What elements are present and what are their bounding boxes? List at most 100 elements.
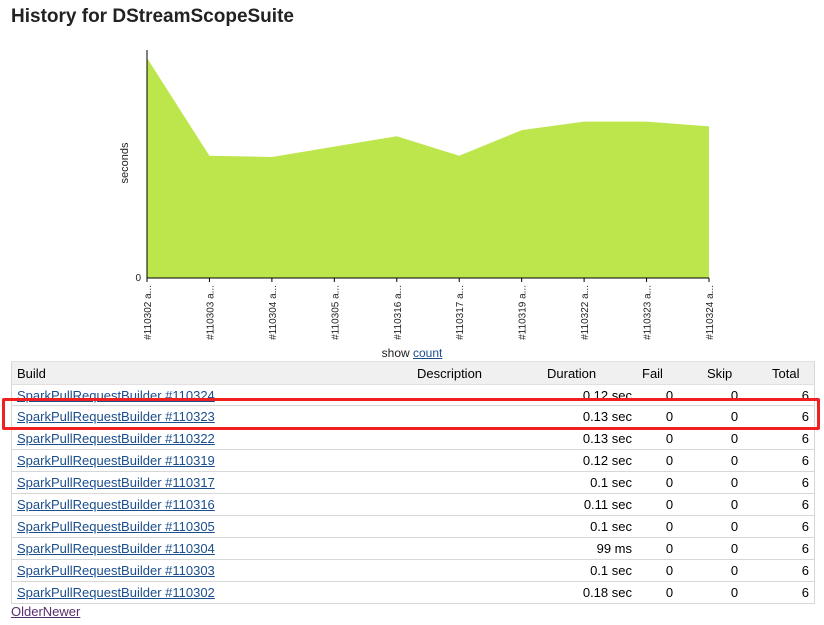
duration-cell: 0.13 sec: [542, 405, 637, 428]
description-cell: [412, 449, 542, 472]
description-cell: [412, 493, 542, 516]
col-header-duration[interactable]: Duration: [542, 361, 637, 385]
fail-cell: 0: [637, 537, 702, 560]
col-header-total[interactable]: Total: [767, 361, 815, 385]
description-cell: [412, 537, 542, 560]
fail-cell: 0: [637, 427, 702, 450]
build-cell: SparkPullRequestBuilder #110303: [11, 559, 412, 582]
total-cell: 6: [767, 384, 815, 406]
table-header-row: Build Description Duration Fail Skip Tot…: [11, 361, 815, 385]
table-row: SparkPullRequestBuilder #110322 0.13 sec 0…: [11, 427, 815, 450]
description-cell: [412, 559, 542, 582]
col-header-description[interactable]: Description: [412, 361, 542, 385]
total-cell: 6: [767, 427, 815, 450]
total-cell: 6: [767, 493, 815, 516]
build-link[interactable]: SparkPullRequestBuilder #110322: [17, 431, 215, 446]
duration-cell: 0.1 sec: [542, 471, 637, 494]
table-row: SparkPullRequestBuilder #110303 0.1 sec 0 0…: [11, 559, 815, 582]
duration-cell: 0.11 sec: [542, 493, 637, 516]
table-row: SparkPullRequestBuilder #110316 0.11 sec 0…: [11, 493, 815, 516]
skip-cell: 0: [702, 515, 767, 538]
duration-area: [147, 58, 709, 278]
newer-link[interactable]: Newer: [43, 604, 81, 619]
show-count-link[interactable]: count: [413, 346, 442, 360]
x-tick-label[interactable]: #110305 a...: [330, 285, 341, 340]
table-row: SparkPullRequestBuilder #110324 0.12 sec 0…: [11, 384, 815, 406]
description-cell: [412, 581, 542, 604]
description-cell: [412, 427, 542, 450]
x-tick-label[interactable]: #110322 a...: [580, 285, 591, 340]
build-cell: SparkPullRequestBuilder #110304: [11, 537, 412, 560]
skip-cell: 0: [702, 384, 767, 406]
col-header-build[interactable]: Build: [11, 361, 412, 385]
duration-cell: 0.18 sec: [542, 581, 637, 604]
table-row: SparkPullRequestBuilder #110304 99 ms 0 0 6: [11, 537, 815, 560]
build-cell: SparkPullRequestBuilder #110317: [11, 471, 412, 494]
x-tick-label[interactable]: #110319 a...: [518, 285, 529, 340]
duration-area-chart: 0 seconds #110302 a... #110303 a... #11030…: [119, 50, 716, 340]
table-row: SparkPullRequestBuilder #110302 0.18 sec 0…: [11, 581, 815, 604]
build-cell: SparkPullRequestBuilder #110302: [11, 581, 412, 604]
x-tick-label[interactable]: #110316 a...: [393, 285, 404, 340]
build-link[interactable]: SparkPullRequestBuilder #110302: [17, 585, 215, 600]
build-cell: SparkPullRequestBuilder #110322: [11, 427, 412, 450]
show-toggle-row: show count: [0, 346, 824, 360]
skip-cell: 0: [702, 581, 767, 604]
duration-cell: 0.12 sec: [542, 384, 637, 406]
x-tick-label[interactable]: #110317 a...: [455, 285, 466, 340]
total-cell: 6: [767, 581, 815, 604]
fail-cell: 0: [637, 471, 702, 494]
table-row: SparkPullRequestBuilder #110305 0.1 sec 0 0…: [11, 515, 815, 538]
show-prefix: show: [381, 346, 410, 360]
fail-cell: 0: [637, 559, 702, 582]
duration-cell: 0.13 sec: [542, 427, 637, 450]
skip-cell: 0: [702, 559, 767, 582]
duration-cell: 0.1 sec: [542, 515, 637, 538]
build-link[interactable]: SparkPullRequestBuilder #110316: [17, 497, 215, 512]
history-table: Build Description Duration Fail Skip Tot…: [11, 361, 815, 604]
description-cell: [412, 515, 542, 538]
x-tick-label[interactable]: #110302 a...: [143, 285, 154, 340]
col-header-fail[interactable]: Fail: [637, 361, 702, 385]
fail-cell: 0: [637, 581, 702, 604]
build-link[interactable]: SparkPullRequestBuilder #110324: [17, 388, 215, 403]
build-cell: SparkPullRequestBuilder #110323: [11, 405, 412, 428]
fail-cell: 0: [637, 405, 702, 428]
build-link[interactable]: SparkPullRequestBuilder #110305: [17, 519, 215, 534]
x-tick-label[interactable]: #110323 a...: [643, 285, 654, 340]
older-link[interactable]: Older: [11, 604, 43, 619]
total-cell: 6: [767, 515, 815, 538]
col-header-skip[interactable]: Skip: [702, 361, 767, 385]
table-row: SparkPullRequestBuilder #110323 0.13 sec 0…: [11, 405, 815, 428]
skip-cell: 0: [702, 493, 767, 516]
duration-cell: 0.12 sec: [542, 449, 637, 472]
pager: OlderNewer: [11, 604, 80, 619]
fail-cell: 0: [637, 384, 702, 406]
build-link[interactable]: SparkPullRequestBuilder #110317: [17, 475, 215, 490]
duration-cell: 99 ms: [542, 537, 637, 560]
x-tick-label[interactable]: #110324 a...: [705, 285, 716, 340]
build-link[interactable]: SparkPullRequestBuilder #110303: [17, 563, 215, 578]
total-cell: 6: [767, 405, 815, 428]
description-cell: [412, 471, 542, 494]
build-cell: SparkPullRequestBuilder #110305: [11, 515, 412, 538]
x-tick-label[interactable]: #110303 a...: [205, 285, 216, 340]
fail-cell: 0: [637, 493, 702, 516]
total-cell: 6: [767, 449, 815, 472]
build-cell: SparkPullRequestBuilder #110319: [11, 449, 412, 472]
skip-cell: 0: [702, 427, 767, 450]
x-tick-label[interactable]: #110304 a...: [268, 285, 279, 340]
duration-cell: 0.1 sec: [542, 559, 637, 582]
build-link[interactable]: SparkPullRequestBuilder #110319: [17, 453, 215, 468]
build-link[interactable]: SparkPullRequestBuilder #110323: [17, 409, 215, 424]
build-cell: SparkPullRequestBuilder #110316: [11, 493, 412, 516]
description-cell: [412, 405, 542, 428]
fail-cell: 0: [637, 449, 702, 472]
total-cell: 6: [767, 471, 815, 494]
total-cell: 6: [767, 537, 815, 560]
skip-cell: 0: [702, 449, 767, 472]
build-link[interactable]: SparkPullRequestBuilder #110304: [17, 541, 215, 556]
table-row: SparkPullRequestBuilder #110319 0.12 sec 0…: [11, 449, 815, 472]
total-cell: 6: [767, 559, 815, 582]
description-cell: [412, 384, 542, 406]
